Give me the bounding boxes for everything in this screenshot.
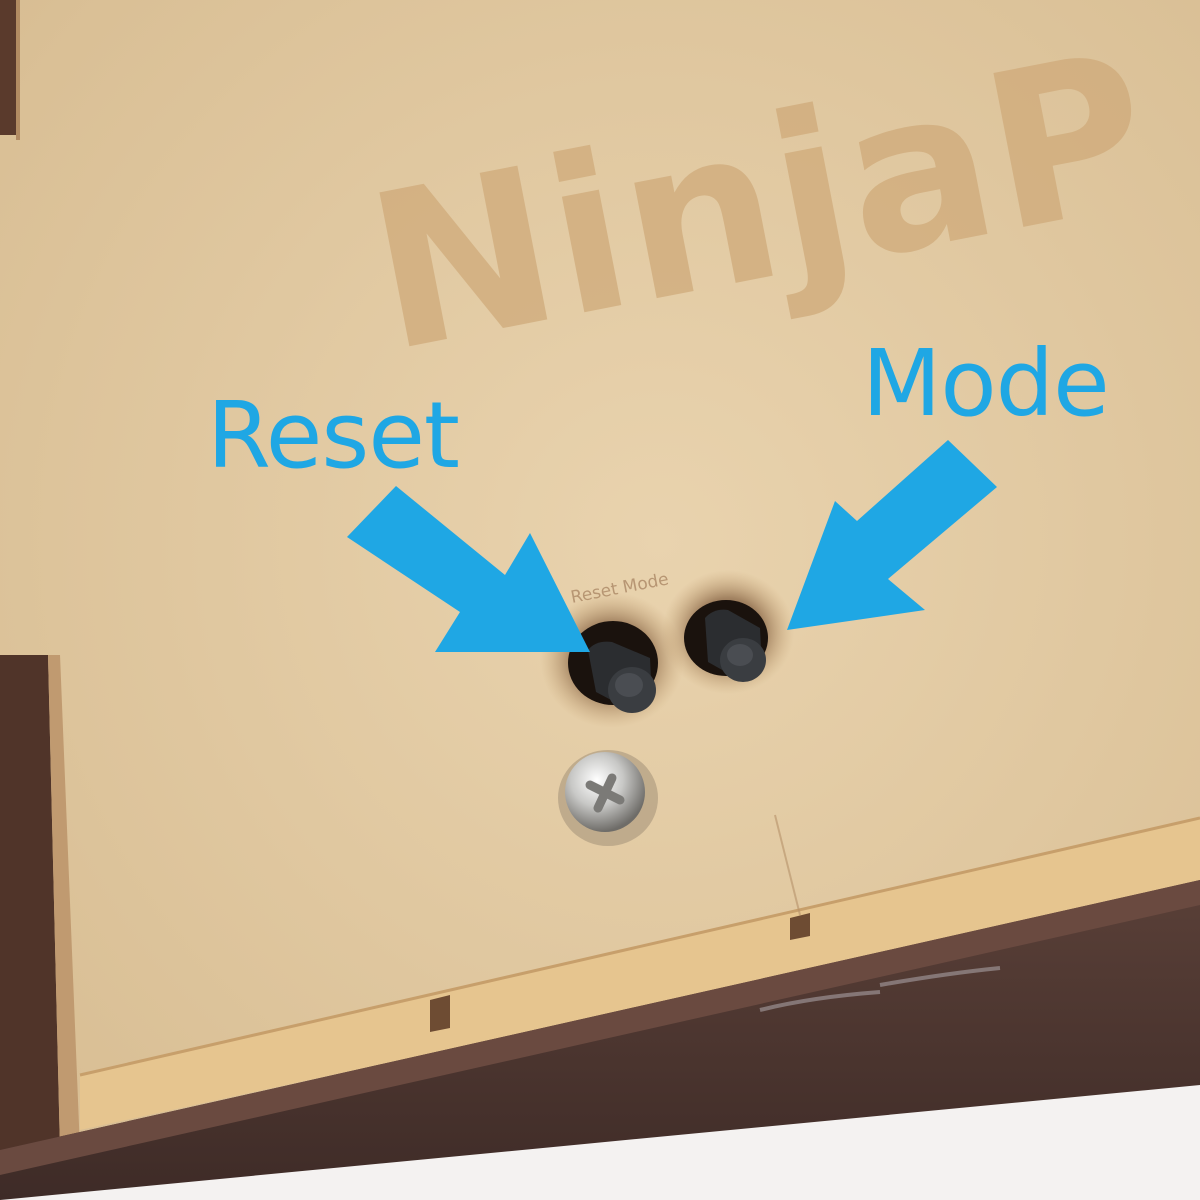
reset-callout-label: Reset [207,382,460,489]
panel-slot-top [0,0,16,135]
mode-callout-label: Mode [862,330,1110,437]
screw [558,750,658,846]
photo-scene: NinjaP Reset Mode Reset Mode [0,0,1200,1200]
device-photo: NinjaP Reset Mode [0,0,1200,1200]
